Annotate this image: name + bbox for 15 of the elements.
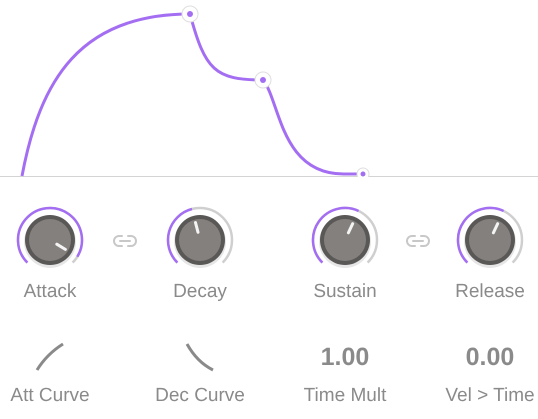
knob-label: Attack <box>24 281 76 303</box>
control-label: Dec Curve <box>155 385 245 407</box>
knob-label: Sustain <box>313 281 377 303</box>
value-readout[interactable]: 0.00 <box>466 342 514 372</box>
control-label: Att Curve <box>10 385 90 407</box>
knob-label: Decay <box>173 281 227 303</box>
rising-curve-icon[interactable] <box>35 342 65 372</box>
falling-curve-icon[interactable] <box>185 342 215 372</box>
envelope-handle[interactable] <box>182 6 198 22</box>
value-readout[interactable]: 1.00 <box>320 342 370 372</box>
knob-label: Release <box>455 281 525 303</box>
envelope-handle[interactable] <box>254 72 272 88</box>
envelope-handle[interactable] <box>356 168 370 177</box>
control-label: Time Mult <box>304 385 386 407</box>
control-label: Vel > Time <box>445 385 535 407</box>
